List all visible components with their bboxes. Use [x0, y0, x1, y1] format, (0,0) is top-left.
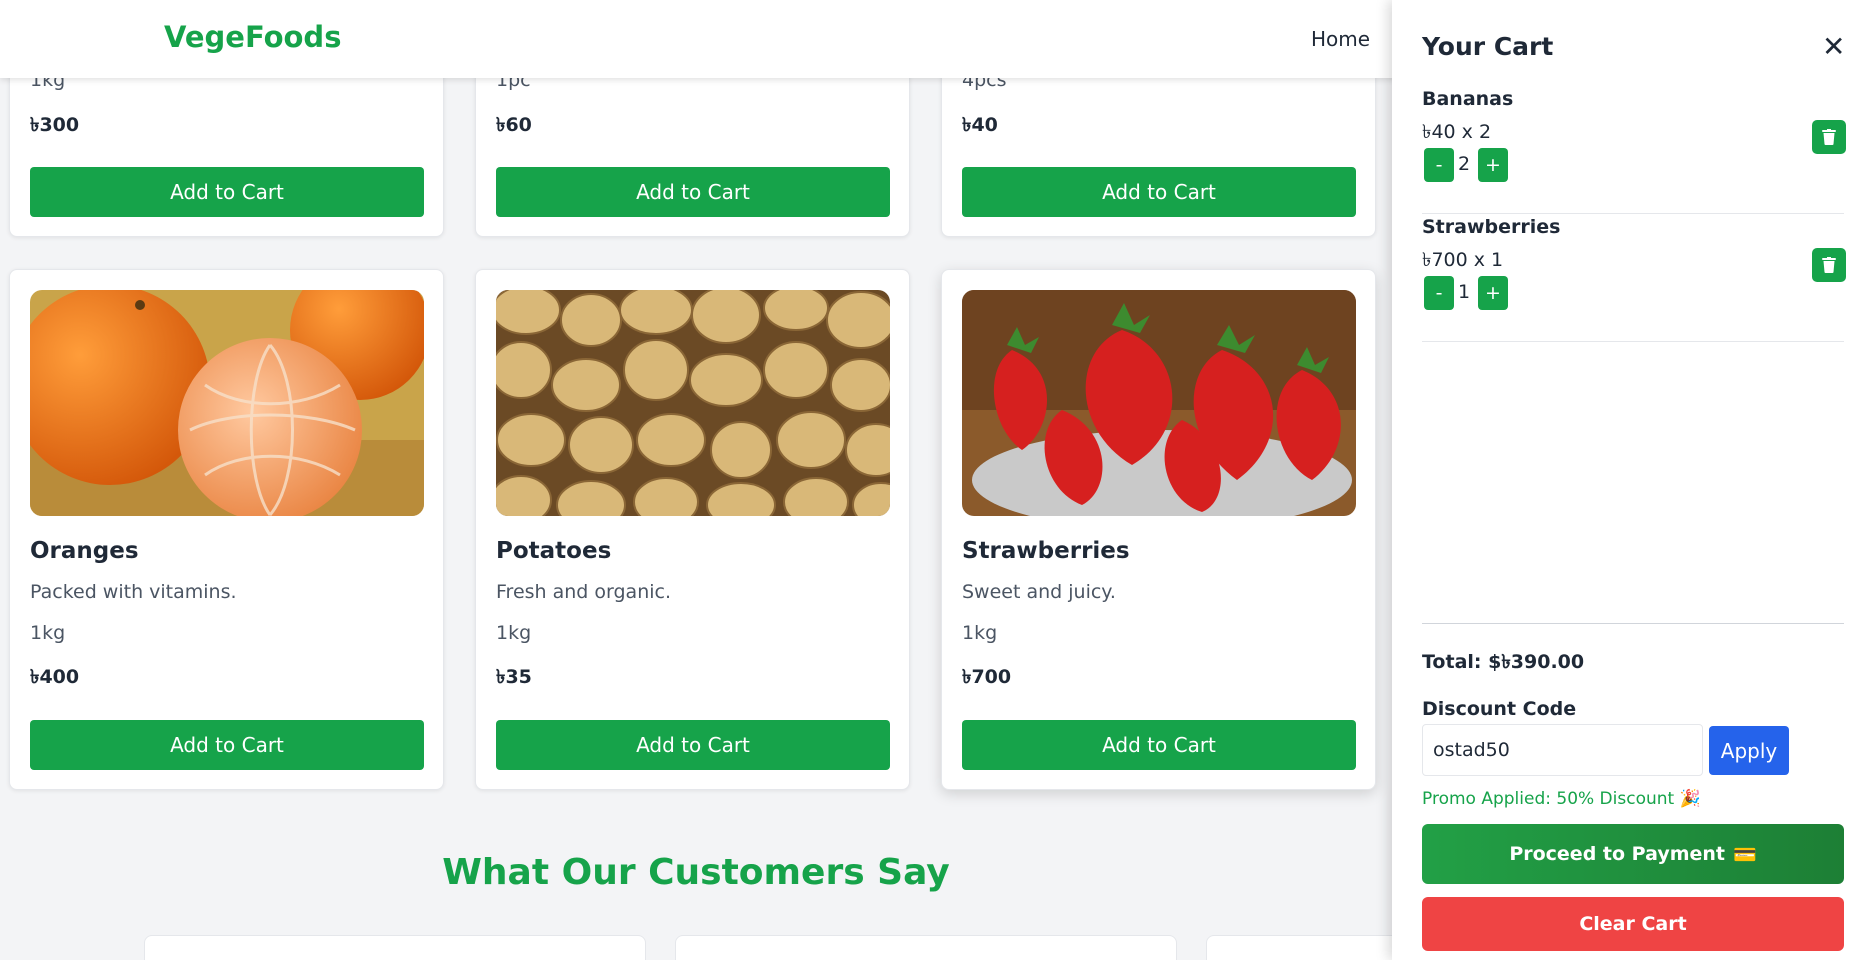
product-price: ৳300 [30, 114, 80, 136]
cart-item-name: Strawberries [1422, 216, 1561, 238]
increase-quantity-button[interactable]: + [1478, 148, 1508, 182]
cart-item-name: Bananas [1422, 88, 1514, 110]
product-name: Oranges [30, 538, 139, 564]
apply-discount-button[interactable]: Apply [1709, 726, 1789, 775]
product-price: ৳35 [496, 666, 532, 688]
product-image-oranges [30, 290, 424, 516]
site-logo[interactable]: VegeFoods [164, 20, 341, 54]
product-price: ৳60 [496, 114, 532, 136]
decrease-quantity-button[interactable]: - [1424, 276, 1454, 310]
product-card-oranges: Oranges Packed with vitamins. 1kg ৳400 A… [9, 269, 444, 790]
add-to-cart-button[interactable]: Add to Cart [496, 720, 890, 770]
trash-icon[interactable] [1812, 120, 1846, 154]
proceed-to-payment-button[interactable]: Proceed to Payment 💳 [1422, 824, 1844, 884]
promo-applied-message: Promo Applied: 50% Discount 🎉 [1422, 789, 1701, 809]
cart-item-price: ৳40 x 2 [1422, 121, 1492, 143]
cart-total: Total: $৳390.00 [1422, 651, 1585, 673]
product-unit: 1kg [496, 622, 532, 644]
cart-item-price: ৳700 x 1 [1422, 249, 1504, 271]
add-to-cart-button[interactable]: Add to Cart [496, 167, 890, 217]
trash-icon[interactable] [1812, 248, 1846, 282]
divider [1422, 623, 1844, 624]
credit-card-icon: 💳 [1733, 843, 1757, 866]
product-card-potatoes: Potatoes Fresh and organic. 1kg ৳35 Add … [475, 269, 910, 790]
product-price: ৳40 [962, 114, 998, 136]
product-unit: 1kg [962, 622, 998, 644]
product-image-potatoes [496, 290, 890, 516]
product-name: Strawberries [962, 538, 1130, 564]
product-description: Fresh and organic. [496, 581, 672, 603]
increase-quantity-button[interactable]: + [1478, 276, 1508, 310]
product-description: Sweet and juicy. [962, 581, 1116, 603]
add-to-cart-button[interactable]: Add to Cart [30, 167, 424, 217]
product-description: Packed with vitamins. [30, 581, 237, 603]
add-to-cart-button[interactable]: Add to Cart [962, 167, 1356, 217]
testimonials-title: What Our Customers Say [442, 852, 950, 893]
product-price: ৳700 [962, 666, 1012, 688]
discount-code-input[interactable] [1422, 724, 1703, 776]
close-icon[interactable]: ✕ [1822, 30, 1845, 63]
product-image-strawberries [962, 290, 1356, 516]
clear-cart-button[interactable]: Clear Cart [1422, 897, 1844, 951]
cart-title: Your Cart [1422, 32, 1554, 61]
testimonial-card [144, 935, 646, 960]
product-name: Potatoes [496, 538, 612, 564]
add-to-cart-button[interactable]: Add to Cart [30, 720, 424, 770]
cart-item: Bananas ৳40 x 2 - 2 + [1422, 86, 1846, 214]
decrease-quantity-button[interactable]: - [1424, 148, 1454, 182]
product-card-strawberries: Strawberries Sweet and juicy. 1kg ৳700 A… [941, 269, 1376, 790]
proceed-to-payment-label: Proceed to Payment [1509, 843, 1725, 865]
cart-item-quantity: 1 [1458, 281, 1471, 303]
discount-code-label: Discount Code [1422, 698, 1577, 720]
cart-item-quantity: 2 [1458, 153, 1471, 175]
cart-panel: Your Cart ✕ Bananas ৳40 x 2 - 2 + Strawb… [1392, 0, 1862, 960]
product-price: ৳400 [30, 666, 80, 688]
nav-link-home[interactable]: Home [1311, 27, 1370, 51]
add-to-cart-button[interactable]: Add to Cart [962, 720, 1356, 770]
product-unit: 1kg [30, 622, 66, 644]
cart-item: Strawberries ৳700 x 1 - 1 + [1422, 214, 1846, 342]
testimonial-card [675, 935, 1177, 960]
